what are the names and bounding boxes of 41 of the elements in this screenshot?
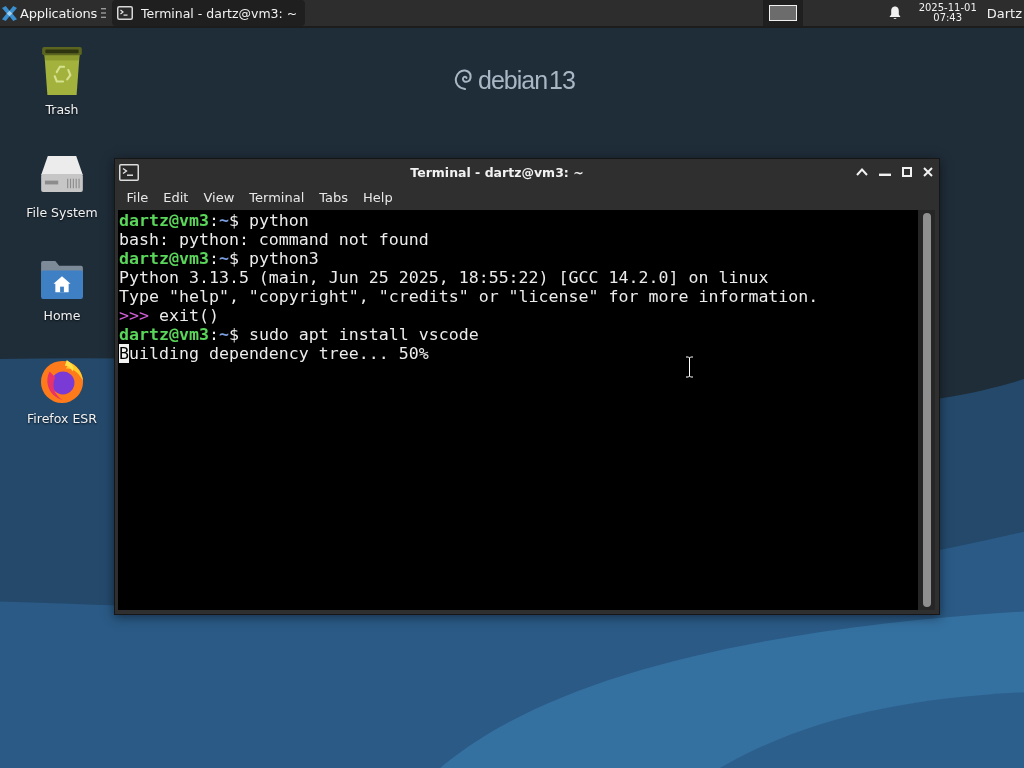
terminal-line: Building dependency tree... 50% <box>119 344 429 363</box>
terminal-line: Type "help", "copyright", "credits" or "license" for more information. <box>119 287 819 306</box>
terminal-line: dartz@vm3:~$ python3 <box>119 249 319 268</box>
terminal-line: Python 3.13.5 (main, Jun 25 2025, 18:55:22) [GCC 14.2.0] on linux <box>119 268 769 287</box>
terminal-line: >>> exit() <box>119 306 219 325</box>
menu-item[interactable]: Help <box>355 187 401 208</box>
cross-logo-icon <box>2 5 17 21</box>
menu-item[interactable]: View <box>195 187 242 208</box>
desktop-icon-label[interactable]: File System <box>26 205 98 220</box>
menu-item[interactable]: Tabs <box>311 187 356 208</box>
window-title: Terminal - dartz@vm3: ~ <box>409 164 585 180</box>
terminal-icon[interactable] <box>119 163 139 181</box>
wallpaper-logo-text: debian 13 <box>478 66 575 94</box>
terminal-line: dartz@vm3:~$ python <box>119 211 309 230</box>
terminal-icon <box>117 6 133 20</box>
maximize-icon[interactable] <box>902 167 912 177</box>
menu-item[interactable]: File <box>119 187 156 208</box>
clock-button[interactable]: 2025-11-01 07:43 <box>914 2 981 24</box>
applications-menu-button[interactable]: Applications <box>0 0 99 26</box>
trash-icon[interactable] <box>41 47 83 95</box>
workspace-switcher[interactable] <box>762 0 803 26</box>
taskbar-window-button[interactable]: Terminal - dartz@vm3: ~ <box>112 0 306 26</box>
menu-item[interactable]: Edit <box>155 187 196 208</box>
swirl-logo-icon <box>454 69 472 91</box>
scrollbar[interactable] <box>922 213 931 607</box>
grip-handle-icon[interactable] <box>101 8 106 18</box>
terminal-line: dartz@vm3:~$ sudo apt install vscode <box>119 325 479 344</box>
terminal-line: bash: python: command not found <box>119 230 429 249</box>
desktop-icon-label[interactable]: Firefox ESR <box>27 411 97 426</box>
user-menu-button[interactable]: Dartz <box>980 5 1024 21</box>
terminal-output-area[interactable] <box>118 210 918 610</box>
window-title-bar[interactable]: Terminal - dartz@vm3: ~ <box>115 159 939 185</box>
notification-bell-icon[interactable] <box>888 6 901 20</box>
close-icon[interactable] <box>923 167 933 177</box>
i-beam-pointer-icon <box>685 356 694 378</box>
desktop-icon-label[interactable]: Home <box>43 308 81 323</box>
desktop-icon-label[interactable]: Trash <box>45 102 79 117</box>
menu-item[interactable]: Terminal <box>241 187 312 208</box>
browser-icon[interactable] <box>40 358 84 404</box>
shade-chevron-icon[interactable] <box>856 168 868 176</box>
drive-icon[interactable] <box>41 156 83 192</box>
